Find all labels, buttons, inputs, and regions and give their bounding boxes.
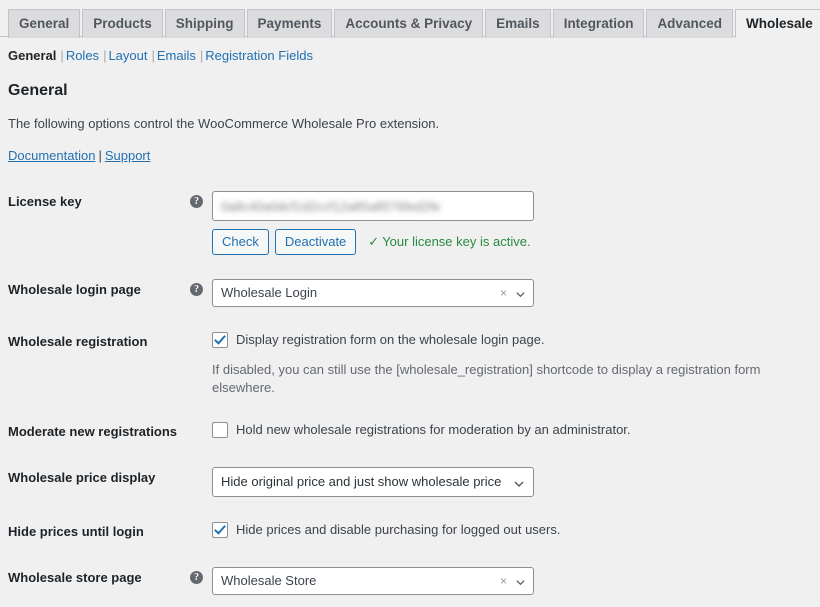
label-login-page: Wholesale login page (0, 267, 190, 319)
store-page-select[interactable]: Wholesale Store × (212, 567, 534, 595)
hide-prices-checkbox-label: Hide prices and disable purchasing for l… (236, 521, 560, 539)
subnav-item-emails[interactable]: Emails (157, 48, 196, 63)
moderate-checkbox-line[interactable]: Hold new wholesale registrations for mod… (212, 421, 810, 439)
row-price-display: Wholesale price display Hide original pr… (0, 455, 820, 509)
help-icon-license-key[interactable]: ? (190, 195, 203, 208)
help-links: Documentation|Support (8, 147, 820, 165)
help-icon-store-page[interactable]: ? (190, 571, 203, 584)
tab-integration[interactable]: Integration (553, 9, 645, 38)
documentation-link[interactable]: Documentation (8, 148, 95, 163)
moderate-checkbox-label: Hold new wholesale registrations for mod… (236, 421, 631, 439)
row-store-page: Wholesale store page ? Wholesale Store × (0, 555, 820, 607)
price-display-select[interactable]: Hide original price and just show wholes… (212, 467, 534, 497)
deactivate-license-button[interactable]: Deactivate (275, 229, 356, 255)
tab-wholesale[interactable]: Wholesale (735, 9, 820, 38)
license-key-wrapper: 0a8c40a0dcf1d2ccf12a85a8576fed2fe (212, 191, 534, 221)
login-page-select[interactable]: Wholesale Login × (212, 279, 534, 307)
registration-checkbox-label: Display registration form on the wholesa… (236, 331, 545, 349)
subnav-item-roles[interactable]: Roles (66, 48, 99, 63)
help-icon-login-page[interactable]: ? (190, 283, 203, 296)
subnav-item-registration-fields[interactable]: Registration Fields (205, 48, 313, 63)
tab-general[interactable]: General (8, 9, 80, 38)
section-description: The following options control the WooCom… (8, 115, 820, 133)
license-key-input[interactable] (212, 191, 534, 221)
label-moderate: Moderate new registrations (0, 409, 190, 455)
row-login-page: Wholesale login page ? Wholesale Login × (0, 267, 820, 319)
subnav-item-layout[interactable]: Layout (108, 48, 147, 63)
chevron-down-icon (516, 578, 525, 587)
subnav-separator-1: | (56, 48, 65, 63)
moderate-checkbox[interactable] (212, 422, 228, 438)
license-actions: Check Deactivate ✓Your license key is ac… (212, 229, 810, 255)
check-mark-icon: ✓ (368, 234, 379, 249)
row-hide-prices: Hide prices until login Hide prices and … (0, 509, 820, 555)
subnav-separator-4: | (196, 48, 205, 63)
registration-checkbox[interactable] (212, 332, 228, 348)
row-registration: Wholesale registration Display registrat… (0, 319, 820, 409)
wholesale-subnav: General|Roles|Layout|Emails|Registration… (8, 47, 820, 65)
hide-prices-checkbox-line[interactable]: Hide prices and disable purchasing for l… (212, 521, 810, 539)
row-moderate: Moderate new registrations Hold new whol… (0, 409, 820, 455)
license-status: ✓Your license key is active. (368, 233, 530, 251)
registration-hint: If disabled, you can still use the [whol… (212, 361, 810, 397)
check-license-button[interactable]: Check (212, 229, 269, 255)
row-license-key: License key ? 0a8c40a0dcf1d2ccf12a85a857… (0, 179, 820, 267)
label-store-page: Wholesale store page (0, 555, 190, 607)
tab-emails[interactable]: Emails (485, 9, 551, 38)
subnav-item-general[interactable]: General (8, 48, 56, 63)
license-status-text: Your license key is active. (382, 234, 530, 249)
label-hide-prices: Hide prices until login (0, 509, 190, 555)
tab-shipping[interactable]: Shipping (165, 9, 245, 38)
support-link[interactable]: Support (105, 148, 151, 163)
clear-icon[interactable]: × (500, 568, 507, 594)
chevron-down-icon (514, 479, 524, 489)
label-price-display: Wholesale price display (0, 455, 190, 509)
label-license-key: License key (0, 179, 190, 267)
price-display-selected-value: Hide original price and just show wholes… (221, 468, 501, 496)
links-separator: | (95, 148, 104, 163)
chevron-down-icon (516, 290, 525, 299)
store-page-selected-value: Wholesale Store (221, 568, 316, 594)
login-page-selected-value: Wholesale Login (221, 280, 317, 306)
hide-prices-checkbox[interactable] (212, 522, 228, 538)
page-title: General (8, 81, 820, 101)
clear-icon[interactable]: × (500, 280, 507, 306)
registration-checkbox-line[interactable]: Display registration form on the wholesa… (212, 331, 810, 349)
tab-products[interactable]: Products (82, 9, 163, 38)
label-registration: Wholesale registration (0, 319, 190, 409)
settings-tab-bar: GeneralProductsShippingPaymentsAccounts … (0, 0, 820, 37)
tab-payments[interactable]: Payments (247, 9, 333, 38)
tab-accounts-privacy[interactable]: Accounts & Privacy (334, 9, 483, 38)
subnav-separator-3: | (148, 48, 157, 63)
tab-advanced[interactable]: Advanced (646, 9, 733, 38)
